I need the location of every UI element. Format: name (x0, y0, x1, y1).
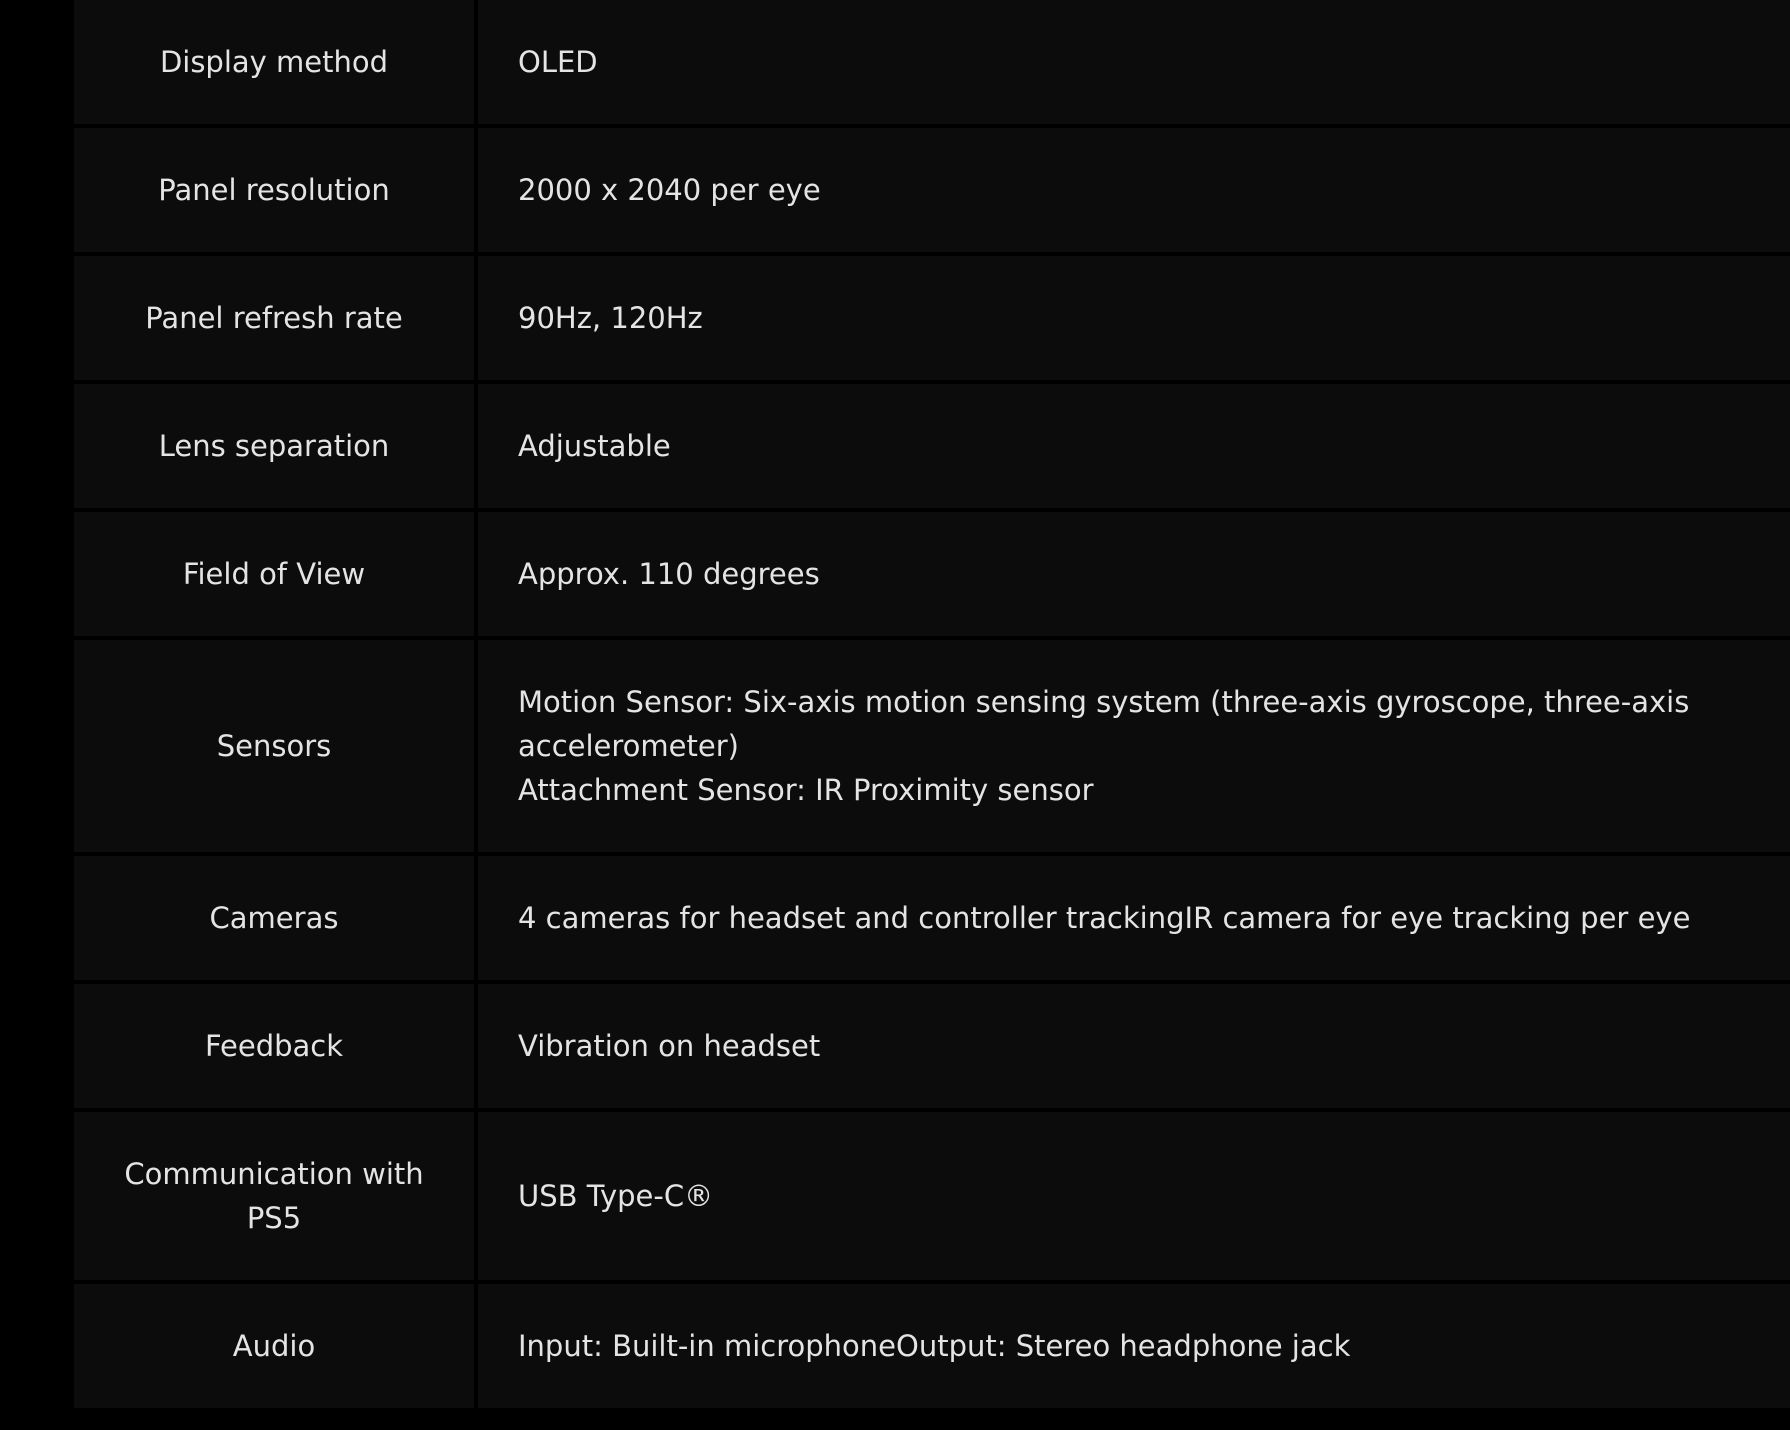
spec-value: USB Type-C® (478, 1112, 1790, 1280)
spec-row-display-method: Display method OLED (74, 0, 1790, 124)
spec-value: 4 cameras for headset and controller tra… (478, 856, 1790, 980)
spec-row-feedback: Feedback Vibration on headset (74, 984, 1790, 1108)
spec-row-audio: Audio Input: Built-in microphoneOutput: … (74, 1284, 1790, 1408)
spec-row-panel-resolution: Panel resolution 2000 x 2040 per eye (74, 128, 1790, 252)
spec-value-text: 90Hz, 120Hz (518, 301, 703, 335)
spec-row-lens-separation: Lens separation Adjustable (74, 384, 1790, 508)
spec-label: Sensors (74, 640, 474, 852)
spec-row-field-of-view: Field of View Approx. 110 degrees (74, 512, 1790, 636)
spec-row-cameras: Cameras 4 cameras for headset and contro… (74, 856, 1790, 980)
spec-label: Feedback (74, 984, 474, 1108)
spec-value: Motion Sensor: Six-axis motion sensing s… (478, 640, 1790, 852)
spec-value: 90Hz, 120Hz (478, 256, 1790, 380)
spec-value-text: OLED (518, 45, 598, 79)
spec-value: OLED (478, 0, 1790, 124)
spec-value: 2000 x 2040 per eye (478, 128, 1790, 252)
spec-label: Cameras (74, 856, 474, 980)
specifications-table: Display method OLED Panel resolution 200… (74, 0, 1790, 1408)
spec-value: Adjustable (478, 384, 1790, 508)
spec-value-text: Adjustable (518, 429, 671, 463)
spec-value-text: Motion Sensor: Six-axis motion sensing s… (518, 685, 1690, 763)
spec-value: Vibration on headset (478, 984, 1790, 1108)
spec-label: Panel resolution (74, 128, 474, 252)
spec-value-text: Vibration on headset (518, 1029, 821, 1063)
spec-label: Communication with PS5 (74, 1112, 474, 1280)
spec-row-panel-refresh-rate: Panel refresh rate 90Hz, 120Hz (74, 256, 1790, 380)
spec-label: Field of View (74, 512, 474, 636)
spec-label: Panel refresh rate (74, 256, 474, 380)
spec-label: Display method (74, 0, 474, 124)
spec-value: Input: Built-in microphoneOutput: Stereo… (478, 1284, 1790, 1408)
spec-value-text: USB Type-C® (518, 1179, 714, 1213)
spec-value-text: 2000 x 2040 per eye (518, 173, 821, 207)
spec-value-text: 4 cameras for headset and controller tra… (518, 901, 1691, 935)
spec-value-text: Input: Built-in microphoneOutput: Stereo… (518, 1329, 1351, 1363)
spec-label: Audio (74, 1284, 474, 1408)
spec-row-communication: Communication with PS5 USB Type-C® (74, 1112, 1790, 1280)
spec-label: Lens separation (74, 384, 474, 508)
spec-row-sensors: Sensors Motion Sensor: Six-axis motion s… (74, 640, 1790, 852)
spec-value-text: Attachment Sensor: IR Proximity sensor (518, 773, 1094, 807)
spec-value-text: Approx. 110 degrees (518, 557, 820, 591)
spec-value: Approx. 110 degrees (478, 512, 1790, 636)
